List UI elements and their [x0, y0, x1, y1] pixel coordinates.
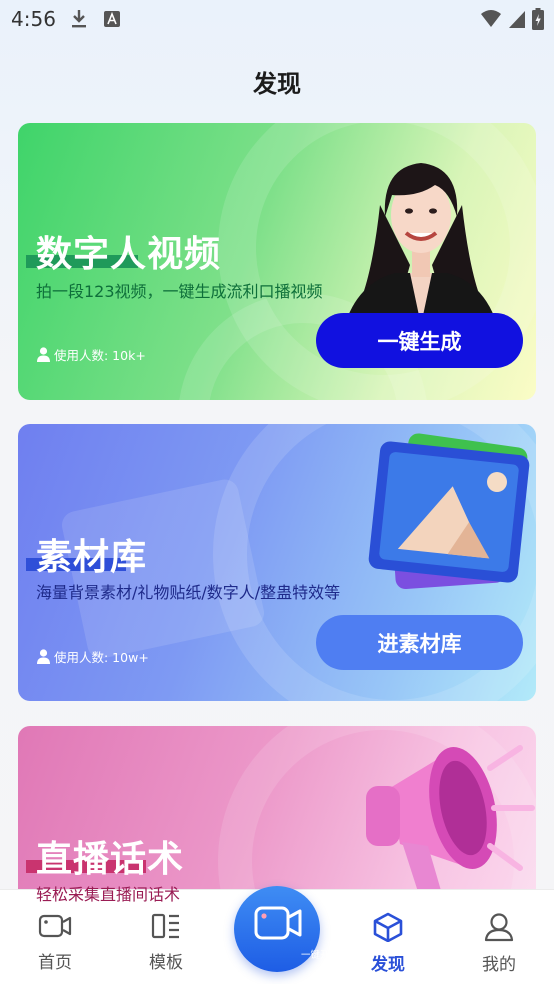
usage-count: 使用人数: 10w+ — [37, 647, 149, 666]
card-subtitle: 拍一段123视频，一键生成流利口播视频 — [36, 282, 323, 301]
usage-count-label: 使用人数: 10k+ — [54, 348, 146, 363]
template-icon — [151, 913, 179, 939]
battery-icon — [532, 8, 544, 30]
tab-profile-label: 我的 — [482, 955, 516, 975]
live-camera-icon — [254, 906, 302, 940]
usage-count-label: 使用人数: 10w+ — [54, 650, 149, 665]
material-library-card[interactable]: 素材库 海量背景素材/礼物贴纸/数字人/整蛊特效等 使用人数: 10w+ 进素材… — [18, 424, 536, 701]
tab-templates[interactable]: 模板 — [130, 912, 202, 973]
go-live-label: 一键开播 — [300, 950, 339, 961]
status-bar: 4:56 — [0, 0, 554, 40]
download-icon — [72, 10, 86, 28]
card-title: 数字人视频 — [36, 234, 222, 275]
live-script-card[interactable]: 直播话术 轻松采集直播间话术 — [18, 726, 536, 906]
card-title: 素材库 — [36, 537, 148, 578]
card-subtitle: 海量背景素材/礼物贴纸/数字人/整蛊特效等 — [36, 583, 341, 602]
enter-library-button[interactable]: 进素材库 — [316, 615, 523, 670]
tab-discover[interactable]: 发现 — [352, 912, 424, 975]
page-title: 发现 — [253, 70, 301, 98]
video-camera-icon — [38, 914, 72, 938]
user-icon — [37, 347, 50, 362]
generate-button[interactable]: 一键生成 — [316, 313, 523, 368]
megaphone-icon — [366, 745, 535, 898]
wifi-icon — [481, 10, 501, 27]
signal-icon — [509, 11, 525, 28]
usage-count: 使用人数: 10k+ — [37, 345, 146, 364]
cube-icon — [373, 912, 403, 943]
tab-home[interactable]: 首页 — [19, 912, 91, 973]
status-time: 4:56 — [11, 7, 56, 31]
user-icon — [484, 913, 514, 942]
tab-home-label: 首页 — [38, 953, 72, 973]
notification-a-icon — [104, 11, 120, 27]
tab-templates-label: 模板 — [149, 953, 183, 973]
tab-discover-label: 发现 — [371, 955, 405, 975]
user-icon — [37, 649, 50, 664]
card-title: 直播话术 — [36, 839, 185, 880]
image-gallery-icon — [368, 433, 530, 590]
go-live-button[interactable]: 一键开播 — [234, 886, 339, 972]
digital-human-video-card[interactable]: 数字人视频 拍一段123视频，一键生成流利口播视频 使用人数: 10k+ 一键生… — [18, 123, 536, 400]
tab-profile[interactable]: 我的 — [463, 912, 535, 975]
card-subtitle: 轻松采集直播间话术 — [36, 885, 181, 904]
